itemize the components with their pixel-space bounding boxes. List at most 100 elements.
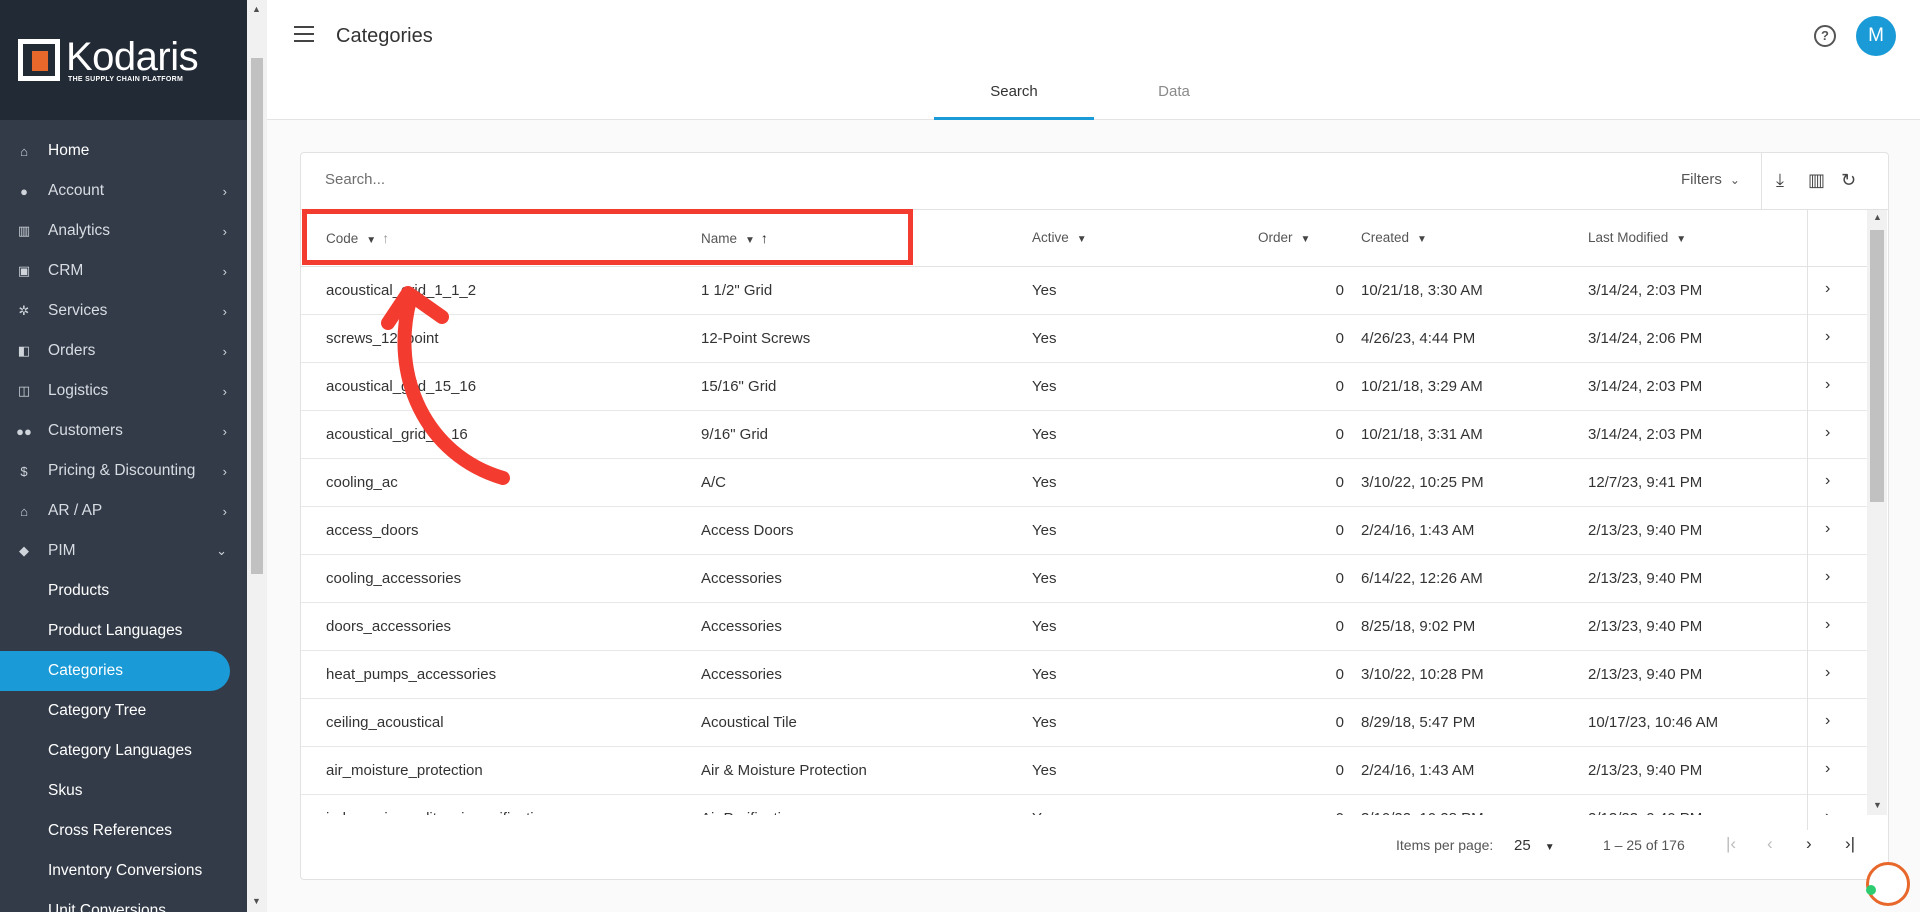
- table-scrollbar[interactable]: ▲ ▼: [1867, 210, 1887, 815]
- filters-label: Filters: [1681, 171, 1722, 188]
- sidebar-item-crm[interactable]: ▣ CRM ›: [0, 251, 247, 291]
- column-header-last-modified[interactable]: Last Modified ▼: [1588, 230, 1686, 245]
- help-icon[interactable]: ?: [1814, 25, 1836, 47]
- cell-created: 2/24/16, 1:43 AM: [1361, 522, 1475, 539]
- cell-name: Acoustical Tile: [701, 714, 797, 731]
- table-row[interactable]: cooling_ac A/C Yes 0 3/10/22, 10:25 PM 12/7/2…: [301, 459, 1867, 507]
- cell-name: 9/16" Grid: [701, 426, 769, 443]
- sidebar: Kodaris THE SUPPLY CHAIN PLATFORM ⌂ Home…: [0, 0, 247, 912]
- sidebar-item-logistics[interactable]: ◫ Logistics ›: [0, 371, 247, 411]
- table-row[interactable]: ceiling_acoustical Acoustical Tile Yes 0 8/2…: [301, 699, 1867, 747]
- gears-icon: ✲: [18, 303, 30, 318]
- table-row[interactable]: access_doors Access Doors Yes 0 2/24/16, 1:4…: [301, 507, 1867, 555]
- download-icon[interactable]: ⤓: [1776, 170, 1784, 191]
- cell-last-modified: 2/13/23, 9:40 PM: [1588, 570, 1703, 587]
- last-page-icon[interactable]: ›|: [1845, 834, 1855, 854]
- chevron-right-icon[interactable]: ›: [1825, 520, 1830, 538]
- caret-down-icon[interactable]: ▼: [1676, 234, 1686, 245]
- sidebar-item-orders[interactable]: ◧ Orders ›: [0, 331, 247, 371]
- sidebar-item-category-tree[interactable]: Category Tree: [0, 691, 247, 731]
- first-page-icon[interactable]: |‹: [1726, 834, 1736, 854]
- table-row[interactable]: cooling_accessories Accessories Yes 0 6/14/2…: [301, 555, 1867, 603]
- chevron-right-icon[interactable]: ›: [1825, 424, 1830, 442]
- sidebar-item-pim[interactable]: ◆ PIM ⌄: [0, 531, 247, 571]
- sidebar-item-skus[interactable]: Skus: [0, 771, 247, 811]
- sidebar-item-pricing[interactable]: $ Pricing & Discounting ›: [0, 451, 247, 491]
- chevron-right-icon[interactable]: ›: [1825, 712, 1830, 730]
- chat-widget-icon[interactable]: [1866, 862, 1910, 906]
- sidebar-item-cross-references[interactable]: Cross References: [0, 811, 247, 851]
- caret-down-icon[interactable]: ▼: [1301, 234, 1311, 245]
- table-toolbar: Filters ⌄ ⤓ ▥ ↻: [301, 153, 1888, 210]
- chevron-right-icon[interactable]: ›: [1825, 472, 1830, 490]
- page-size-select[interactable]: 25 ▼: [1514, 837, 1555, 854]
- cell-last-modified: 12/7/23, 9:41 PM: [1588, 474, 1703, 491]
- chevron-right-icon[interactable]: ›: [1825, 760, 1830, 778]
- chevron-right-icon[interactable]: ›: [1825, 664, 1830, 682]
- prev-page-icon[interactable]: ‹: [1767, 834, 1773, 854]
- refresh-icon[interactable]: ↻: [1841, 170, 1856, 191]
- tab-search[interactable]: Search: [934, 70, 1094, 120]
- sidebar-item-inventory-conversions[interactable]: Inventory Conversions: [0, 851, 247, 891]
- sidebar-scrollbar-thumb[interactable]: [251, 58, 263, 574]
- sidebar-item-unit-conversions[interactable]: Unit Conversions: [0, 891, 247, 912]
- table-row[interactable]: screws_12_point 12-Point Screws Yes 0 4/26/2…: [301, 315, 1867, 363]
- column-header-label: Active: [1032, 230, 1069, 245]
- sidebar-item-services[interactable]: ✲ Services ›: [0, 291, 247, 331]
- scroll-down-icon[interactable]: ▼: [252, 896, 261, 906]
- sidebar-item-customers[interactable]: ●● Customers ›: [0, 411, 247, 451]
- sidebar-item-categories[interactable]: Categories: [0, 651, 230, 691]
- logo[interactable]: Kodaris THE SUPPLY CHAIN PLATFORM: [0, 0, 247, 120]
- chevron-right-icon[interactable]: ›: [1825, 616, 1830, 634]
- sidebar-item-account[interactable]: ● Account ›: [0, 171, 247, 211]
- cell-name: Accessories: [701, 666, 782, 683]
- cell-active: Yes: [1032, 426, 1057, 443]
- menu-icon[interactable]: [294, 26, 314, 47]
- scroll-up-icon[interactable]: ▲: [252, 4, 261, 14]
- next-page-icon[interactable]: ›: [1806, 834, 1812, 854]
- caret-down-icon[interactable]: ▼: [1417, 234, 1427, 245]
- avatar[interactable]: M: [1856, 16, 1896, 56]
- cell-order: 0: [1335, 762, 1344, 779]
- scroll-up-icon[interactable]: ▲: [1873, 212, 1882, 222]
- chevron-right-icon[interactable]: ›: [1825, 568, 1830, 586]
- chevron-right-icon[interactable]: ›: [1825, 328, 1830, 346]
- sidebar-item-ar-ap[interactable]: ⌂ AR / AP ›: [0, 491, 247, 531]
- chevron-right-icon[interactable]: ›: [1825, 376, 1830, 394]
- sidebar-item-products[interactable]: Products: [0, 571, 247, 611]
- table-row[interactable]: acoustical_grid_9_16 9/16" Grid Yes 0 10/21/…: [301, 411, 1867, 459]
- sidebar-item-analytics[interactable]: ▥ Analytics ›: [0, 211, 247, 251]
- column-header-label: Created: [1361, 230, 1410, 245]
- cell-created: 10/21/18, 3:29 AM: [1361, 378, 1483, 395]
- column-header-order[interactable]: Order ▼: [1258, 230, 1310, 245]
- table-row[interactable]: doors_accessories Accessories Yes 0 8/25/18,…: [301, 603, 1867, 651]
- cell-last-modified: 2/13/23, 9:40 PM: [1588, 762, 1703, 779]
- sidebar-item-home[interactable]: ⌂ Home: [0, 131, 247, 171]
- caret-down-icon[interactable]: ▼: [1077, 234, 1087, 245]
- search-input[interactable]: [325, 171, 825, 188]
- sidebar-item-category-languages[interactable]: Category Languages: [0, 731, 247, 771]
- tab-data[interactable]: Data: [1094, 70, 1254, 120]
- filters-button[interactable]: Filters ⌄: [1681, 171, 1740, 188]
- cell-created: 6/14/22, 12:26 AM: [1361, 570, 1483, 587]
- table-row[interactable]: acoustical_grid_1_1_2 1 1/2" Grid Yes 0 10/2…: [301, 267, 1867, 315]
- column-header-created[interactable]: Created ▼: [1361, 230, 1427, 245]
- table-row[interactable]: heat_pumps_accessories Accessories Yes 0 3/1…: [301, 651, 1867, 699]
- chart-icon: ▥: [17, 223, 31, 238]
- table-row[interactable]: acoustical_grid_15_16 15/16" Grid Yes 0 10/2…: [301, 363, 1867, 411]
- sidebar-item-product-languages[interactable]: Product Languages: [0, 611, 247, 651]
- cell-active: Yes: [1032, 330, 1057, 347]
- sidebar-item-label: Account: [48, 182, 105, 199]
- sidebar-scrollbar[interactable]: ▲ ▼: [247, 0, 267, 912]
- columns-icon[interactable]: ▥: [1808, 170, 1825, 191]
- chevron-right-icon[interactable]: ›: [1825, 808, 1830, 815]
- chevron-right-icon[interactable]: ›: [1825, 280, 1830, 298]
- column-header-active[interactable]: Active ▼: [1032, 230, 1087, 245]
- logo-mark: [18, 39, 60, 81]
- table-scrollbar-thumb[interactable]: [1870, 230, 1884, 502]
- table-row[interactable]: indoor_air_quality_air_purificationAir P…: [301, 795, 1867, 815]
- sidebar-item-label: AR / AP: [48, 502, 103, 519]
- truck-icon: ◧: [17, 343, 31, 358]
- table-row[interactable]: air_moisture_protection Air & Moisture Pr…: [301, 747, 1867, 795]
- scroll-down-icon[interactable]: ▼: [1873, 800, 1882, 810]
